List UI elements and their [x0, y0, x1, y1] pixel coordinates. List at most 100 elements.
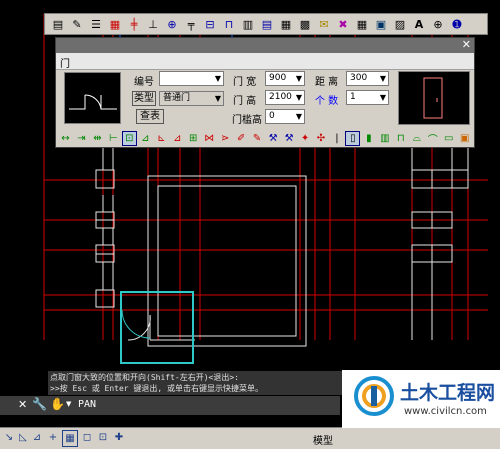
insert-arc-icon[interactable]: ⋈: [202, 131, 217, 146]
elevation-icon[interactable]: ▦: [277, 16, 295, 33]
gap-black: [0, 415, 340, 427]
logo-emblem-icon: [354, 376, 394, 416]
ortho-icon[interactable]: +: [46, 430, 60, 445]
dimension-icon[interactable]: ✖: [334, 16, 352, 33]
insert-corner-icon[interactable]: ⊾: [154, 131, 169, 146]
sill-field[interactable]: 0 ▼: [265, 109, 305, 124]
height-field[interactable]: 2100 ▼: [265, 90, 305, 105]
door-window-type-icon[interactable]: ▥: [377, 131, 392, 146]
door-elevation-icon: [423, 77, 443, 119]
chevron-down-icon: ▼: [214, 74, 221, 83]
dialog-title: 门: [60, 59, 70, 70]
width-label: 门 宽: [233, 77, 257, 88]
column-icon[interactable]: ⊥: [144, 16, 162, 33]
room-icon[interactable]: ▥: [239, 16, 257, 33]
site-logo: 土木工程网 www.civilcn.com: [342, 370, 500, 428]
insert-axis-icon[interactable]: ⇹: [90, 131, 105, 146]
window-icon[interactable]: ⊟: [201, 16, 219, 33]
insert-angle-icon[interactable]: ⊿: [138, 131, 153, 146]
command-input-bar: ✕ 🔧 ✋ ▼ PAN: [0, 396, 340, 415]
door-plan-preview[interactable]: [64, 72, 121, 124]
door-type-icon[interactable]: ▯: [345, 130, 361, 146]
insert-replace-icon[interactable]: ⋗: [218, 131, 233, 146]
table-icon[interactable]: ▦: [353, 16, 371, 33]
stack-icon[interactable]: ☰: [87, 16, 105, 33]
door-elevation-preview[interactable]: [398, 71, 470, 125]
count-label: 个 数: [315, 96, 339, 107]
insert-tool4-icon[interactable]: ✣: [314, 131, 329, 146]
axis-arrow-icon[interactable]: ↘: [2, 430, 16, 445]
section-icon[interactable]: ▩: [296, 16, 314, 33]
number-dropdown[interactable]: ▼: [159, 71, 224, 86]
save-icon[interactable]: ▣: [372, 16, 390, 33]
command-line-1: 点取门窗大致的位置和开向(Shift-左右开)<退出>:: [50, 373, 239, 382]
layer-icon[interactable]: ▤: [49, 16, 67, 33]
dynamic-input-icon[interactable]: ✚: [112, 430, 126, 445]
arch-type-icon[interactable]: ⌒: [425, 131, 440, 146]
grid-icon[interactable]: ▦: [62, 430, 78, 447]
wrench-icon[interactable]: 🔧: [32, 397, 47, 411]
door-style-toolbar: ↔ ⇥ ⇹ ⊢ ⊡ ⊿ ⊾ ⊿ ⊞ ⋈ ⋗ ✐ ✎ ⚒ ⚒ ✦ ✣ | ▯ ▮ …: [58, 129, 472, 147]
window-type-icon[interactable]: ▮: [361, 131, 376, 146]
insert-room-icon[interactable]: ⊞: [186, 131, 201, 146]
close-icon[interactable]: ✕: [462, 38, 471, 51]
door-icon[interactable]: ⊓: [220, 16, 238, 33]
corner-window-type-icon[interactable]: ⌓: [409, 131, 424, 146]
draw-icon[interactable]: ✎: [68, 16, 86, 33]
object-snap-icon[interactable]: ⊡: [96, 430, 110, 445]
text-icon[interactable]: A: [410, 16, 428, 33]
node-icon[interactable]: ⊕: [163, 16, 181, 33]
status-bar: ↘ ◺ ⊿ + ▦ ◻ ⊡ ✚ 模型: [0, 427, 500, 449]
type-button[interactable]: 类型: [132, 91, 156, 106]
sill-label: 门槛高: [232, 115, 262, 126]
block-icon[interactable]: ▨: [391, 16, 409, 33]
top-toolbar: ▤ ✎ ☰ ▦ ╪ ⊥ ⊕ ╤ ⊟ ⊓ ▥ ▤ ▦ ▩ ✉ ✖ ▦ ▣ ▨ A …: [44, 13, 488, 35]
dialog-titlebar: 门: [56, 53, 474, 70]
height-label: 门 高: [233, 96, 257, 107]
command-input[interactable]: PAN: [78, 399, 96, 410]
grid-icon[interactable]: ▦: [106, 16, 124, 33]
globe-icon[interactable]: ⊕: [429, 16, 447, 33]
chevron-down-icon: ▼: [379, 74, 386, 83]
axis-icon[interactable]: ╪: [125, 16, 143, 33]
help-icon[interactable]: ➊: [448, 16, 466, 33]
lineweight-icon[interactable]: ◻: [80, 430, 94, 445]
insert-position-icon[interactable]: ⊡: [121, 130, 137, 146]
count-field[interactable]: 1 ▼: [346, 90, 389, 105]
mail-icon[interactable]: ✉: [315, 16, 333, 33]
query-table-button[interactable]: 查表: [136, 109, 164, 124]
insert-along-wall-icon[interactable]: ⇥: [74, 131, 89, 146]
type-dropdown[interactable]: 普通门 ▼: [159, 91, 224, 106]
door-dialog: ✕ 门 编号 ▼ 类型 普通门 ▼ 查表 门 宽 900 ▼ 门 高 2100 …: [55, 37, 475, 148]
separator-icon: |: [335, 132, 339, 144]
insert-pick-icon[interactable]: ✐: [234, 131, 249, 146]
polar-icon[interactable]: ⊿: [30, 430, 44, 445]
stair-icon[interactable]: ▤: [258, 16, 276, 33]
chevron-down-icon: ▼: [295, 112, 302, 121]
insert-tool-icon[interactable]: ⚒: [266, 131, 281, 146]
insert-brush-icon[interactable]: ✎: [250, 131, 265, 146]
chevron-down-icon: ▼: [379, 93, 386, 102]
width-field[interactable]: 900 ▼: [265, 71, 305, 86]
hole-type-icon[interactable]: ▭: [441, 131, 456, 146]
insert-tool3-icon[interactable]: ✦: [298, 131, 313, 146]
bay-window-type-icon[interactable]: ⊓: [393, 131, 408, 146]
command-history: 点取门窗大致的位置和开向(Shift-左右开)<退出>: >>按 Esc 或 E…: [48, 371, 348, 395]
logo-title: 土木工程网: [400, 382, 496, 404]
insert-tool2-icon[interactable]: ⚒: [282, 131, 297, 146]
insert-middle-icon[interactable]: ⊢: [106, 131, 121, 146]
snap-icon[interactable]: ◺: [16, 430, 30, 445]
command-line-2: >>按 Esc 或 Enter 键退出, 或单击右键显示快捷菜单。: [50, 384, 264, 393]
wall-icon[interactable]: ╤: [182, 16, 200, 33]
chevron-down-icon[interactable]: ▼: [66, 400, 71, 408]
distance-label: 距 离: [315, 77, 339, 88]
distance-field[interactable]: 300 ▼: [346, 71, 389, 86]
model-tab[interactable]: 模型: [313, 432, 333, 447]
pan-hand-icon[interactable]: ✋: [50, 397, 65, 411]
insert-batch-icon[interactable]: ⊿: [170, 131, 185, 146]
niche-type-icon[interactable]: ▣: [457, 131, 472, 146]
insert-free-icon[interactable]: ↔: [58, 131, 73, 146]
chevron-down-icon: ▼: [295, 74, 302, 83]
close-icon[interactable]: ✕: [18, 398, 27, 411]
door-plan-icon: [69, 94, 117, 110]
